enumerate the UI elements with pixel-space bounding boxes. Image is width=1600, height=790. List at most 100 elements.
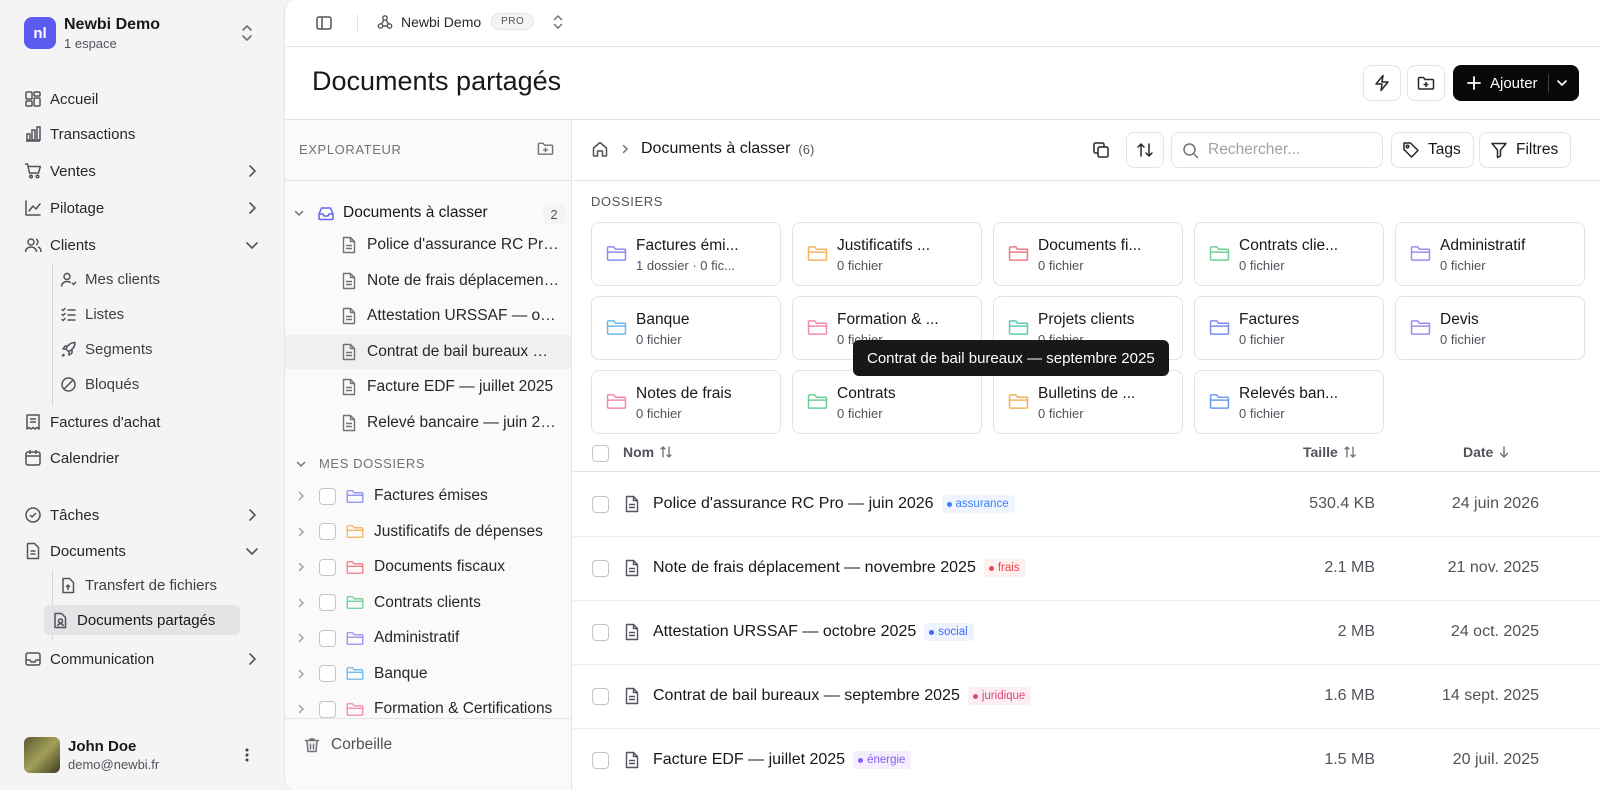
- folder-card[interactable]: Bulletins de ... 0 fichier: [993, 370, 1183, 434]
- tags-button[interactable]: Tags: [1391, 132, 1474, 168]
- tree-file[interactable]: Note de frais déplacement — novembre 202…: [285, 264, 571, 298]
- folder-card[interactable]: Factures émi... 1 dossier · 0 fic...: [591, 222, 781, 286]
- table-row[interactable]: Facture EDF — juillet 2025 énergie 1.5 M…: [573, 729, 1600, 790]
- folder-card[interactable]: Devis 0 fichier: [1395, 296, 1585, 360]
- sidebar-item-pilotage[interactable]: Pilotage: [24, 193, 268, 223]
- chevron-down-icon[interactable]: [293, 207, 305, 219]
- tree-folder[interactable]: Justificatifs de dépenses: [295, 515, 571, 549]
- sidebar-subitem-transfert[interactable]: Transfert de fichiers: [52, 570, 252, 600]
- sidebar-subitem-label: Documents partagés: [77, 611, 216, 629]
- workspace-selector[interactable]: Newbi Demo PRO: [377, 13, 564, 30]
- sidebar-item-ventes[interactable]: Ventes: [24, 156, 268, 186]
- add-button[interactable]: Ajouter: [1453, 65, 1579, 101]
- tree-file[interactable]: Facture EDF — juillet 2025: [285, 370, 571, 404]
- sidebar-item-factures-achat[interactable]: Factures d'achat: [24, 407, 268, 437]
- folder-card[interactable]: Contrats 0 fichier: [792, 370, 982, 434]
- folder-checkbox[interactable]: [319, 700, 336, 718]
- sidebar-toggle-icon[interactable]: [315, 14, 333, 32]
- sidebar-item-clients[interactable]: Clients: [24, 230, 268, 260]
- chevron-right-icon[interactable]: [295, 490, 307, 502]
- chevron-right-icon[interactable]: [295, 703, 307, 715]
- tree-folder[interactable]: Documents fiscaux: [295, 550, 571, 584]
- folder-checkbox[interactable]: [319, 487, 336, 505]
- tree-file[interactable]: Attestation URSSAF — octobre 2025: [285, 299, 571, 333]
- sidebar-item-transactions[interactable]: Transactions: [24, 119, 268, 149]
- sidebar-item-accueil[interactable]: Accueil: [24, 84, 268, 114]
- my-folders-section-header[interactable]: MES DOSSIERS: [295, 456, 425, 471]
- folder-card[interactable]: Justificatifs ... 0 fichier: [792, 222, 982, 286]
- folder-card[interactable]: Factures 0 fichier: [1194, 296, 1384, 360]
- filters-button[interactable]: Filtres: [1479, 132, 1572, 168]
- folder-card[interactable]: Banque 0 fichier: [591, 296, 781, 360]
- chevron-down-icon[interactable]: [1556, 77, 1568, 89]
- row-checkbox[interactable]: [592, 560, 609, 577]
- sidebar-item-communication[interactable]: Communication: [24, 644, 268, 674]
- row-checkbox[interactable]: [592, 752, 609, 769]
- sidebar-subitem-listes[interactable]: Listes: [52, 299, 248, 329]
- row-checkbox[interactable]: [592, 688, 609, 705]
- row-name-cell: Facture EDF — juillet 2025 énergie: [653, 751, 912, 769]
- table-row[interactable]: Contrat de bail bureaux — septembre 2025…: [573, 665, 1600, 729]
- table-header: Nom Taille Date: [573, 434, 1600, 472]
- row-checkbox[interactable]: [592, 496, 609, 513]
- folder-plus-icon[interactable]: [537, 140, 554, 157]
- tree-file[interactable]: Relevé bancaire — juin 2025: [285, 406, 571, 440]
- folder-icon: [346, 666, 364, 681]
- sidebar-subitem-mes-clients[interactable]: Mes clients: [52, 264, 248, 294]
- sidebar-subitem-segments[interactable]: Segments: [52, 334, 248, 364]
- table-row[interactable]: Note de frais déplacement — novembre 202…: [573, 537, 1600, 601]
- sidebar-item-calendrier[interactable]: Calendrier: [24, 443, 268, 473]
- user-profile[interactable]: John Doe demo@newbi.fr: [24, 736, 260, 774]
- column-header-name[interactable]: Nom: [623, 444, 673, 460]
- tree-folder[interactable]: Banque: [295, 657, 571, 691]
- column-header-size[interactable]: Taille: [1303, 444, 1357, 460]
- folder-card[interactable]: Relevés ban... 0 fichier: [1194, 370, 1384, 434]
- chevron-right-icon[interactable]: [295, 561, 307, 573]
- table-row[interactable]: Police d'assurance RC Pro — juin 2026 as…: [573, 473, 1600, 537]
- search-field[interactable]: [1171, 132, 1383, 168]
- column-header-date[interactable]: Date: [1463, 444, 1510, 460]
- chevron-right-icon[interactable]: [295, 526, 307, 538]
- folder-card[interactable]: Contrats clie... 0 fichier: [1194, 222, 1384, 286]
- table-row[interactable]: Attestation URSSAF — octobre 2025 social…: [573, 601, 1600, 665]
- more-vertical-icon[interactable]: [240, 746, 254, 764]
- folder-card[interactable]: Documents fi... 0 fichier: [993, 222, 1183, 286]
- tags-label: Tags: [1428, 141, 1461, 158]
- tree-file[interactable]: Police d'assurance RC Pro — juin 2026: [285, 228, 571, 262]
- chevron-right-icon[interactable]: [295, 597, 307, 609]
- folder-checkbox[interactable]: [319, 523, 336, 540]
- folder-card-name: Notes de frais: [636, 385, 732, 402]
- sidebar-subitem-bloques[interactable]: Bloqués: [52, 369, 248, 399]
- chevron-right-icon[interactable]: [295, 668, 307, 680]
- tree-folder[interactable]: Factures émises: [295, 479, 571, 513]
- folder-card[interactable]: Administratif 0 fichier: [1395, 222, 1585, 286]
- folder-checkbox[interactable]: [319, 665, 336, 682]
- folder-checkbox[interactable]: [319, 594, 336, 611]
- folder-card-name: Contrats: [837, 385, 896, 402]
- sort-button[interactable]: [1126, 132, 1164, 168]
- file-icon: [341, 307, 357, 325]
- trash-link[interactable]: Corbeille: [285, 718, 571, 770]
- folder-icon: [346, 560, 364, 575]
- new-folder-button[interactable]: [1407, 65, 1445, 101]
- folder-checkbox[interactable]: [319, 558, 336, 576]
- home-icon[interactable]: [591, 140, 609, 158]
- tree-root-documents-a-classer[interactable]: Documents à classer 2: [293, 198, 565, 228]
- quick-action-button[interactable]: [1363, 65, 1401, 101]
- tree-file[interactable]: Contrat de bail bureaux — septembre 2025: [285, 334, 571, 369]
- tree-folder[interactable]: Contrats clients: [295, 586, 571, 620]
- workspace-switcher[interactable]: nl Newbi Demo 1 espace: [24, 14, 260, 52]
- sidebar-subitem-documents-partages[interactable]: Documents partagés: [44, 605, 240, 635]
- content-area: Documents à classer (6) Tags Filtres DOS…: [573, 120, 1600, 790]
- row-checkbox[interactable]: [592, 624, 609, 641]
- copy-button[interactable]: [1082, 132, 1120, 168]
- search-input[interactable]: [1208, 141, 1378, 159]
- chevron-right-icon[interactable]: [295, 632, 307, 644]
- sidebar-item-taches[interactable]: Tâches: [24, 500, 268, 530]
- sidebar-item-documents[interactable]: Documents: [24, 536, 268, 566]
- select-all-checkbox[interactable]: [592, 445, 609, 462]
- folder-icon: [1008, 245, 1029, 262]
- folder-card[interactable]: Notes de frais 0 fichier: [591, 370, 781, 434]
- folder-checkbox[interactable]: [319, 629, 336, 647]
- tree-folder[interactable]: Administratif: [295, 621, 571, 655]
